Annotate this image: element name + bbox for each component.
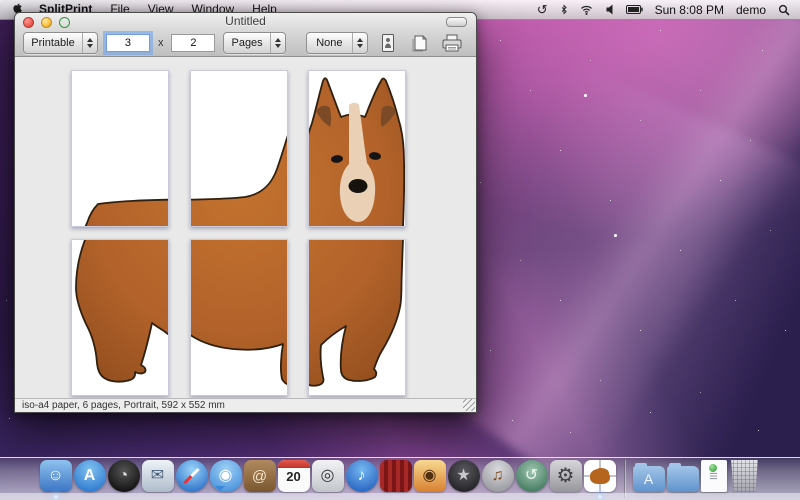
page-orientation-icon[interactable] [376,32,400,54]
dock-icon-app-store[interactable]: A [73,460,106,492]
wifi-icon[interactable] [580,4,593,15]
address-book-glyph: @ [251,467,268,485]
imovie-glyph: ★ [456,467,471,484]
volume-icon[interactable] [605,4,614,15]
copies-icon[interactable] [408,32,432,54]
window-title: Untitled [225,14,266,28]
dock-items: ☺ A ◔ ✉ ◉ @20 ◎ ♪ ◉ ★ ♫ ↺ ⚙ A ≡ [39,460,762,499]
page-preview-1 [71,70,169,227]
folder-applications-glyph: A [643,471,654,487]
pages-popup[interactable]: Pages [223,32,286,54]
printable-popup[interactable]: Printable [23,32,98,54]
dock-icon-preview[interactable]: ◎ [311,460,344,492]
page-preview-5 [190,239,288,396]
window-chrome: Untitled Printable x Pages None [15,13,476,57]
preview-glyph: ◎ [320,467,335,484]
dock-icon-time-machine[interactable]: ↺ [515,460,548,492]
status-bar: iso-a4 paper, 6 pages, Portrait, 592 x 5… [15,398,476,412]
ical-glyph: 20 [286,468,301,484]
page-preview-6 [308,239,406,396]
ichat-glyph: ◉ [218,467,233,484]
dock-icon-photo-booth[interactable] [379,460,412,492]
running-indicator [53,495,58,499]
dock-icon-document[interactable]: ≡ [700,460,727,492]
dock-icon-system-preferences[interactable]: ⚙ [549,460,582,492]
dock-icon-mail[interactable]: ✉ [141,460,174,492]
resize-grip[interactable] [463,399,475,411]
itunes-glyph: ♪ [357,467,366,484]
system-preferences-glyph: ⚙ [556,465,575,487]
splitprint-window: Untitled Printable x Pages None [14,12,477,413]
dock-icon-finder[interactable]: ☺ [39,460,72,499]
dock-icon-address-book[interactable]: @ [243,460,276,492]
screen: SplitPrint File View Window Help ↺ Sun 8… [0,0,800,500]
document-glyph: ≡ [709,467,718,485]
page-preview-2 [190,70,288,227]
page-preview-4 [71,239,169,396]
dock: ☺ A ◔ ✉ ◉ @20 ◎ ♪ ◉ ★ ♫ ↺ ⚙ A ≡ [0,446,800,500]
toolbar-toggle-button[interactable] [446,17,467,27]
dock-icon-trash[interactable] [731,460,758,492]
dashboard-glyph: ◔ [118,467,129,484]
iphoto-glyph: ◉ [422,467,437,484]
rows-field[interactable] [171,34,216,52]
margins-popup-label: None [316,37,343,49]
dock-icon-itunes[interactable]: ♪ [345,460,378,492]
finder-glyph: ☺ [47,467,64,484]
dock-icon-dashboard[interactable]: ◔ [107,460,140,492]
dock-icon-folder-applications[interactable]: A [623,460,665,498]
printer-icon[interactable] [440,32,464,54]
toolbar: Printable x Pages None [15,30,476,56]
dock-icon-folder-documents[interactable] [666,463,699,492]
time-machine-icon[interactable]: ↺ [537,2,548,18]
popup-arrows-icon [81,33,97,53]
spotlight-search-icon[interactable] [778,4,790,16]
bluetooth-icon[interactable] [560,3,568,16]
dock-icon-splitprint[interactable] [583,460,616,499]
time-machine-glyph: ↺ [524,467,539,484]
popup-arrows-icon [269,33,285,53]
margins-popup[interactable]: None [305,32,368,54]
pages-popup-label: Pages [231,37,263,49]
printable-popup-label: Printable [31,37,75,49]
page-preview-3 [308,70,406,227]
dock-icon-garageband[interactable]: ♫ [481,460,514,492]
mail-glyph: ✉ [150,467,165,484]
dock-icon-imovie[interactable]: ★ [447,460,480,492]
running-indicator [597,495,602,499]
garageband-glyph: ♫ [491,467,504,484]
times-label: x [157,37,164,49]
dock-icon-iphoto[interactable]: ◉ [413,460,446,492]
print-preview-area [16,57,475,398]
dock-icon-safari[interactable] [175,460,208,492]
dock-icon-ical[interactable]: 20 [277,460,310,492]
dock-icon-ichat[interactable]: ◉ [209,460,242,492]
status-text: iso-a4 paper, 6 pages, Portrait, 592 x 5… [22,400,225,411]
app-store-glyph: A [83,467,96,484]
popup-arrows-icon [351,33,367,53]
columns-field[interactable] [105,34,150,52]
title-bar[interactable]: Untitled [15,13,476,29]
menu-clock[interactable]: Sun 8:08 PM [655,3,724,17]
menu-user[interactable]: demo [736,3,766,17]
battery-icon[interactable] [625,5,643,14]
